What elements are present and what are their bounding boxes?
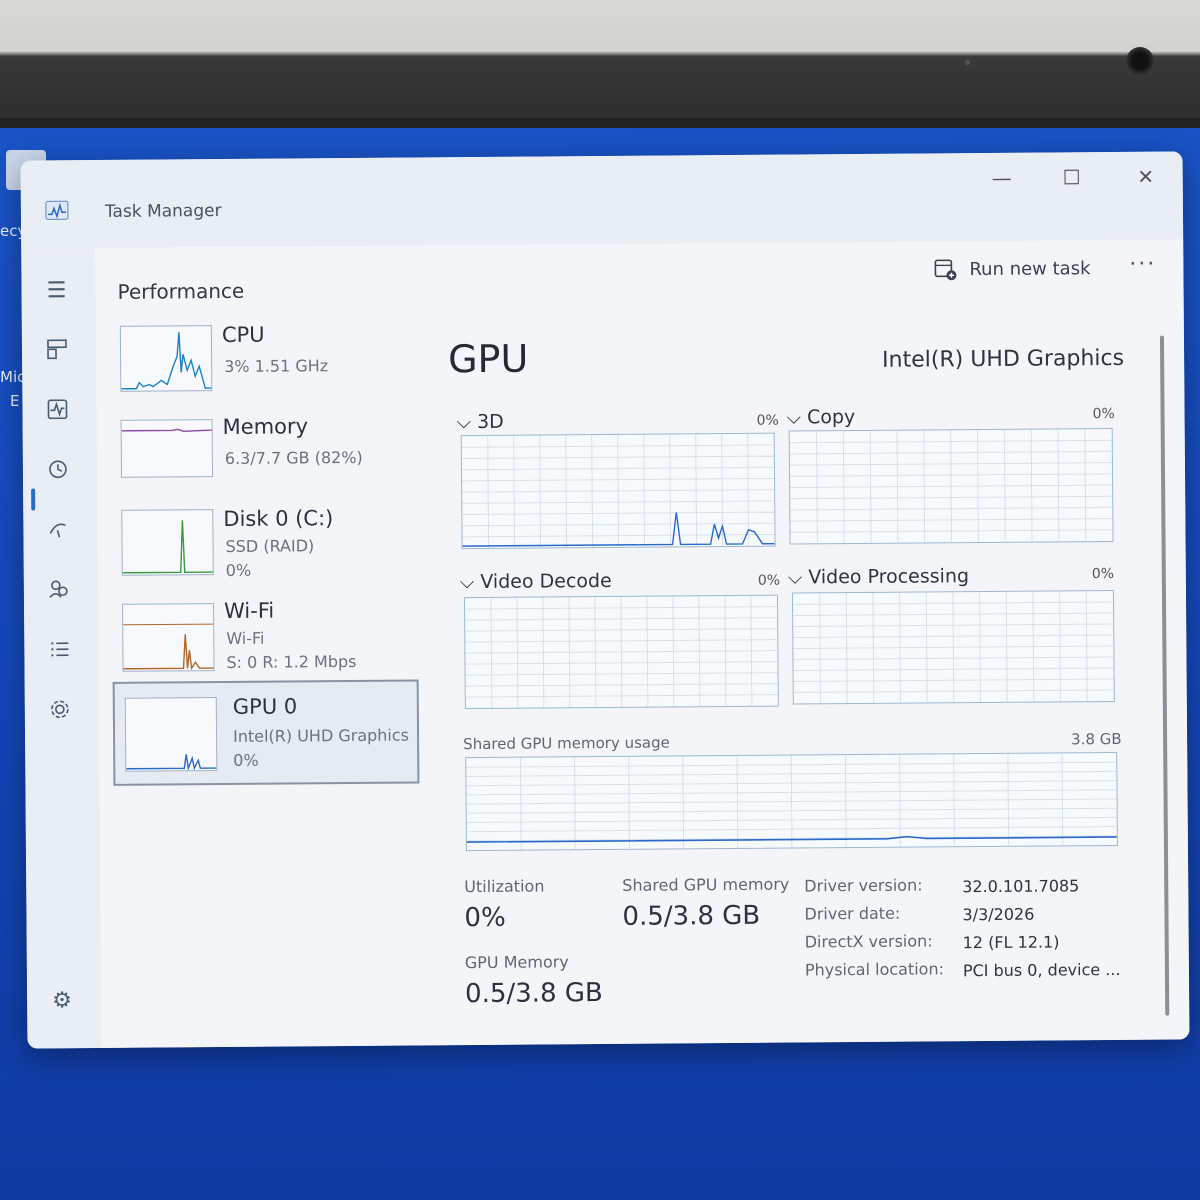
device-name: Wi-Fi [223,598,275,623]
minimize-button[interactable]: — [977,163,1027,193]
driver-date-label: Driver date: [804,903,901,924]
vertical-scrollbar[interactable] [1159,335,1170,1016]
device-wifi[interactable]: Wi-Fi Wi-Fi S: 0 R: 1.2 Mbps [112,586,415,688]
device-gpu-selected[interactable]: GPU 0 Intel(R) UHD Graphics 0% [112,679,420,786]
driver-version-label: Driver version: [804,875,923,896]
device-cpu[interactable]: CPU 3% 1.51 GHz [110,310,413,412]
graph-gridlines [461,433,775,548]
hamburger-menu-icon[interactable]: ☰ [43,278,69,304]
device-name: GPU 0 [232,694,298,719]
task-manager-window: Task Manager — ☐ ✕ ☰ ⚙ Performance Run n… [20,151,1190,1049]
device-name: Disk 0 (C:) [223,506,334,531]
driver-version-value: 32.0.101.7085 [962,876,1080,897]
graph-gridlines [466,753,1117,850]
gpu-memory-label: GPU Memory [464,952,569,973]
run-task-icon [934,259,957,281]
device-throughput: S: 0 R: 1.2 Mbps [226,651,357,672]
graph-gridlines [465,595,778,708]
engine-3d-percent: 0% [756,412,779,429]
shared-gpu-memory-value: 0.5/3.8 GB [622,900,761,932]
chevron-down-icon: ⌵ [786,406,802,429]
title-bar[interactable]: Task Manager — ☐ ✕ [20,151,1184,249]
nav-active-indicator [31,488,36,511]
device-disk[interactable]: Disk 0 (C:) SSD (RAID) 0% [111,494,414,596]
utilization-value: 0% [464,902,506,934]
device-memory[interactable]: Memory 6.3/7.7 GB (82%) [110,402,413,504]
chevron-down-icon: ⌵ [456,411,472,434]
task-manager-icon [45,200,69,220]
screen-edge [0,118,1200,128]
chevron-down-icon: ⌵ [459,571,475,594]
startup-apps-icon[interactable] [45,518,71,544]
engine-3d-label[interactable]: ⌵ 3D [457,411,504,433]
desktop-label-3: E [10,392,20,410]
gpu-thumbnail-graph [124,697,218,772]
engine-3d-graph [460,432,776,550]
engine-video-processing-label[interactable]: ⌵ Video Processing [788,565,969,588]
shared-memory-graph-label: Shared GPU memory usage [463,733,670,754]
camera-indicator [965,60,970,65]
memory-thumbnail-graph [120,419,214,478]
side-navigation: ☰ ⚙ [21,247,102,1049]
engine-video-decode-percent: 0% [757,572,781,589]
utilization-label: Utilization [464,876,545,897]
run-new-task-label: Run new task [969,257,1091,280]
device-detail: Wi-Fi [226,628,265,648]
graph-gridlines [789,429,1113,544]
engine-video-decode-graph [463,594,779,710]
device-detail: 3% 1.51 GHz [224,356,329,376]
device-detail: Intel(R) UHD Graphics [232,725,410,746]
performance-panel: Performance Run new task ··· CPU 3% 1.51… [95,239,1190,1048]
shared-memory-graph [465,751,1118,852]
performance-icon[interactable] [44,398,70,424]
gpu-heading: GPU [447,336,529,382]
directx-version-value: 12 (FL 12.1) [962,932,1060,953]
engine-video-decode-label[interactable]: ⌵ Video Decode [460,570,612,593]
engine-copy-label[interactable]: ⌵ Copy [786,406,855,429]
engine-copy-graph [788,428,1114,545]
close-button[interactable]: ✕ [1121,162,1171,192]
gpu-model-name: Intel(R) UHD Graphics [882,345,1125,373]
wifi-thumbnail-graph [122,603,215,672]
processes-icon[interactable] [44,338,70,364]
device-name: CPU [221,322,265,348]
details-icon[interactable] [46,638,72,664]
disk-thumbnail-graph [121,509,214,576]
maximize-button[interactable]: ☐ [1047,162,1097,192]
cpu-thumbnail-graph [119,325,213,392]
window-title: Task Manager [104,200,222,222]
run-new-task-button[interactable]: Run new task [933,256,1091,281]
webcam [1126,47,1154,75]
laptop-bezel [0,0,1200,128]
device-usage: 0% [225,560,252,580]
services-icon[interactable] [47,698,73,724]
shared-gpu-memory-label: Shared GPU memory [622,874,790,895]
directx-version-label: DirectX version: [804,931,933,952]
device-detail: SSD (RAID) [225,536,315,556]
users-icon[interactable] [46,578,72,604]
settings-gear-icon[interactable]: ⚙ [49,988,75,1014]
device-detail: 6.3/7.7 GB (82%) [224,447,363,468]
chevron-down-icon: ⌵ [787,566,803,589]
device-name: Memory [222,414,309,439]
page-title: Performance [117,278,245,304]
engine-copy-percent: 0% [1092,405,1115,423]
app-history-icon[interactable] [45,458,71,484]
shared-memory-max: 3.8 GB [1071,729,1122,749]
engine-video-processing-percent: 0% [1091,566,1115,583]
physical-location-label: Physical location: [804,959,945,980]
device-usage: 0% [233,750,259,770]
gpu-memory-value: 0.5/3.8 GB [464,978,603,1010]
graph-gridlines [793,591,1114,704]
more-options-button[interactable]: ··· [1129,252,1156,277]
engine-video-processing-graph [791,590,1115,705]
driver-date-value: 3/3/2026 [962,904,1035,925]
physical-location-value: PCI bus 0, device ... [962,959,1121,981]
